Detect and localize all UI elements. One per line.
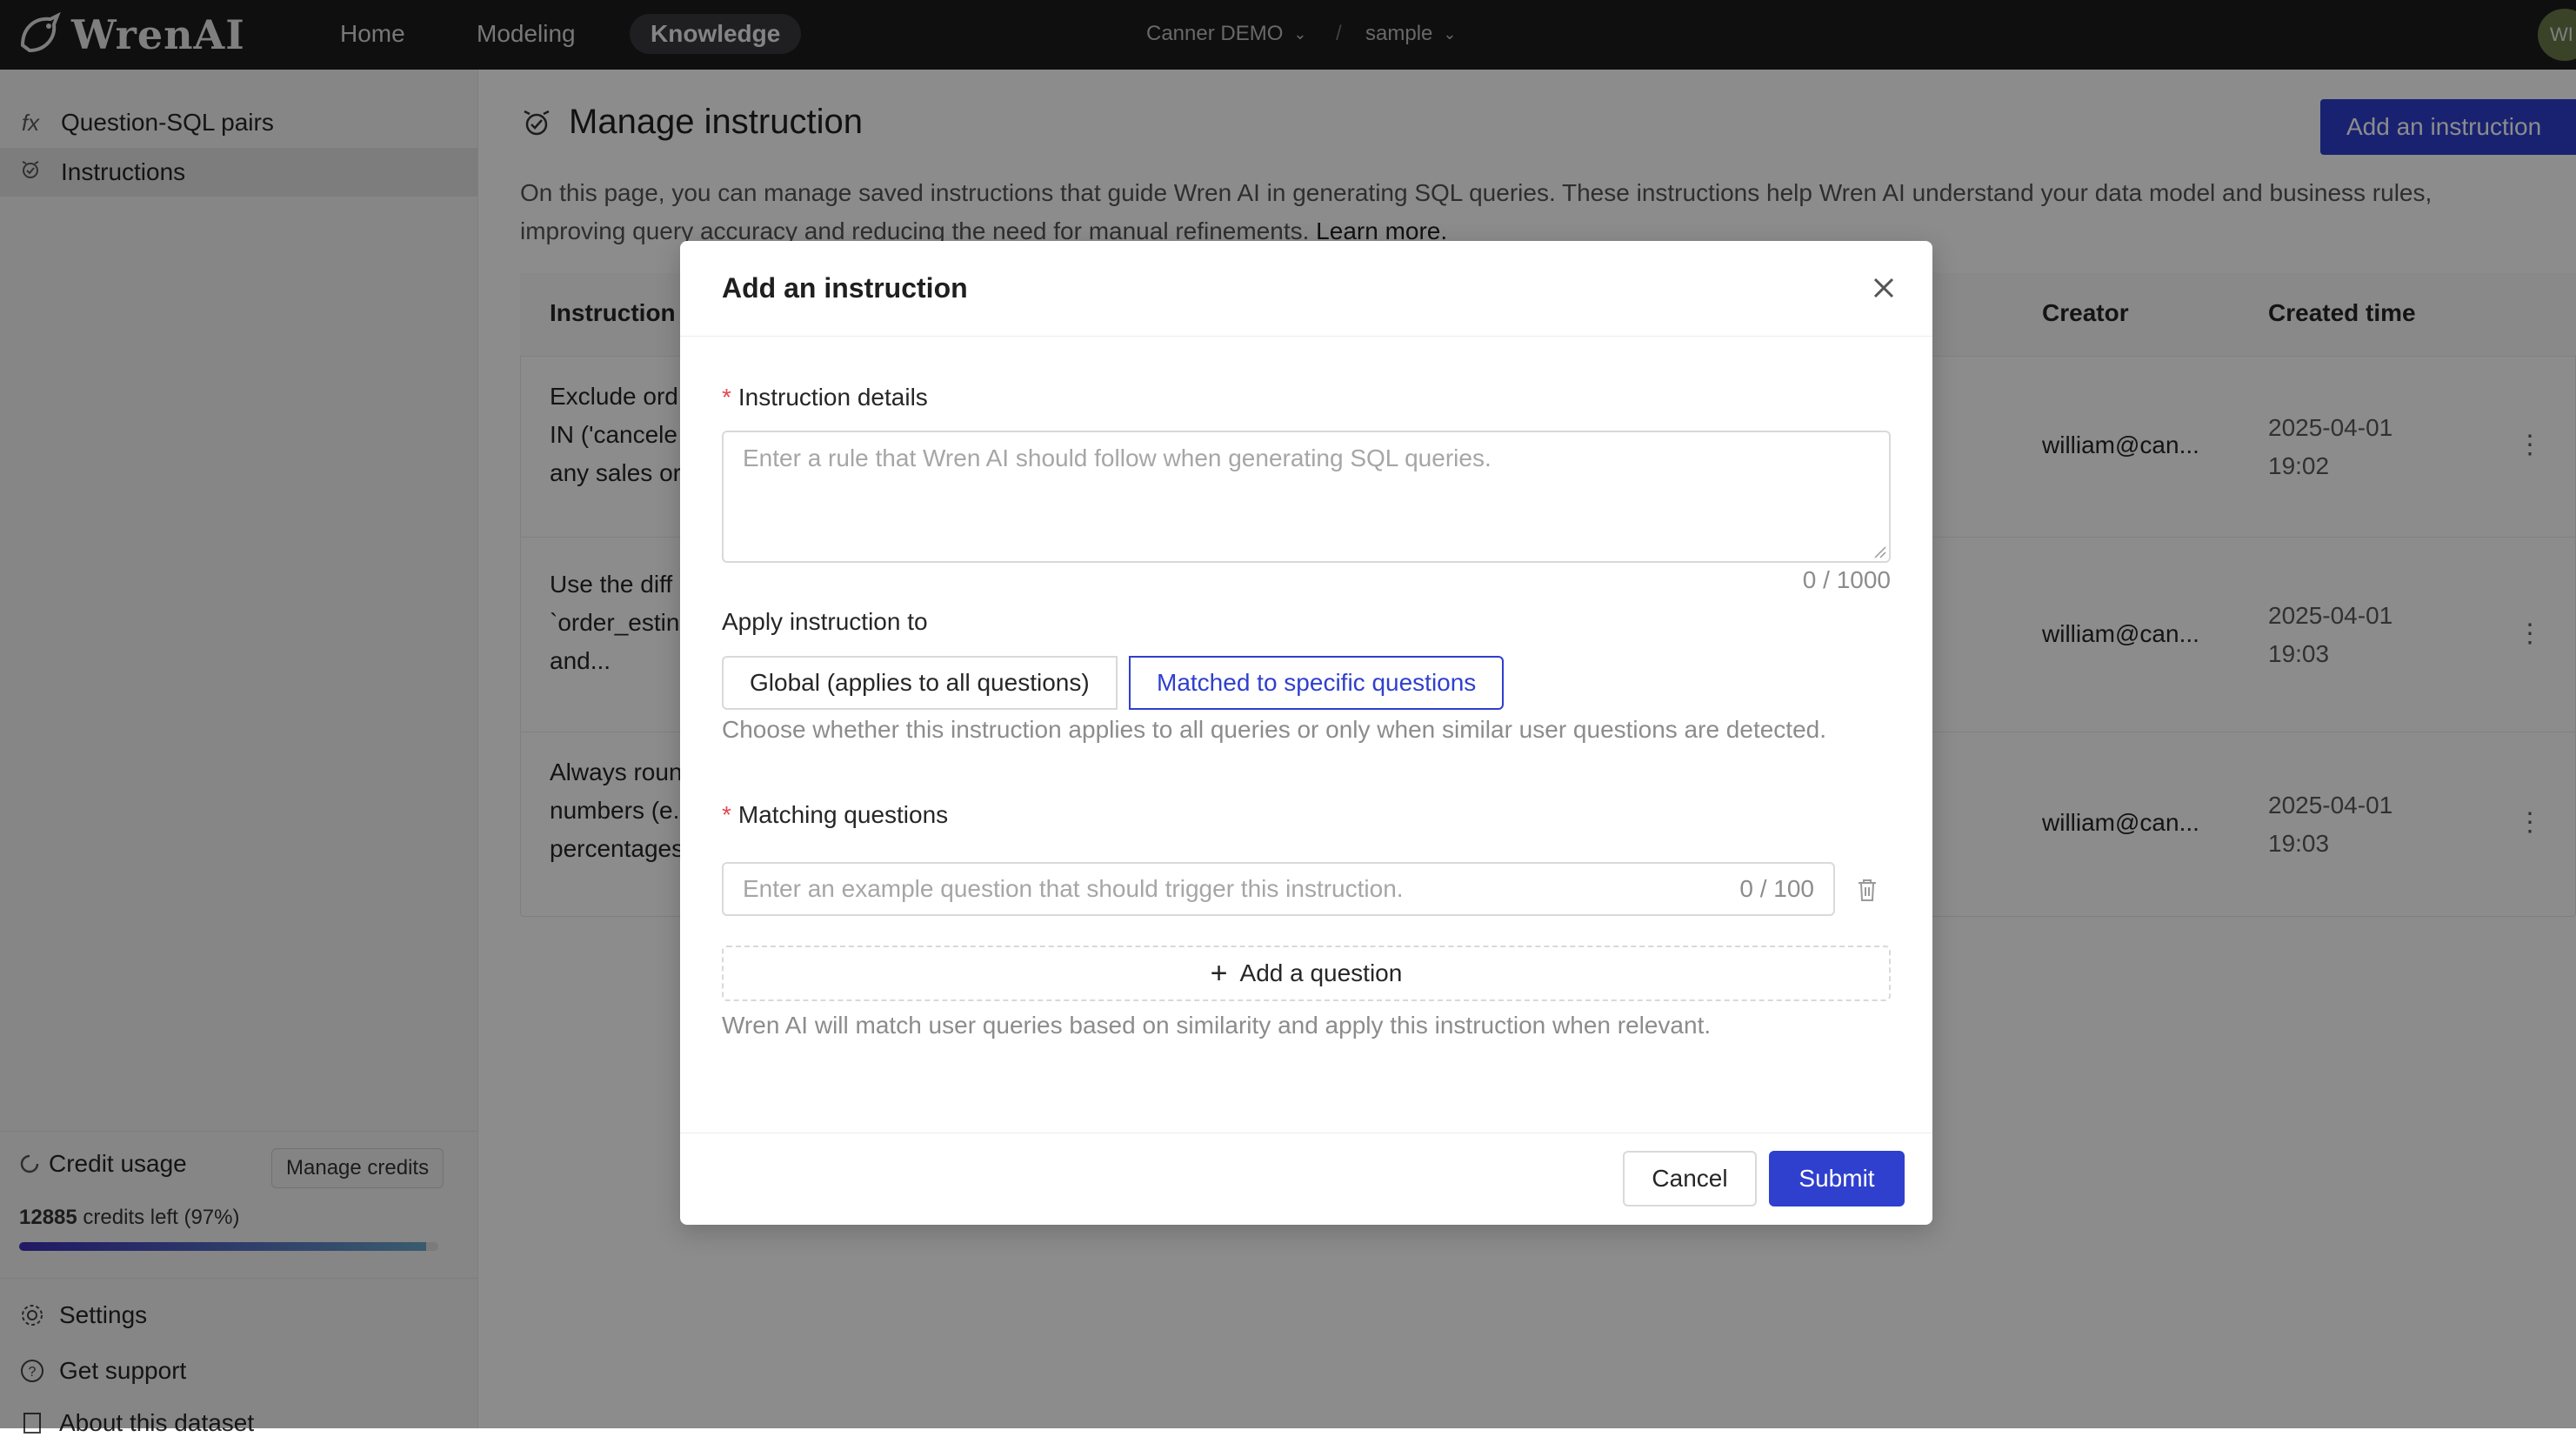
- add-instruction-modal: Add an instruction * Instruction details …: [680, 241, 1932, 1225]
- instruction-details-textarea[interactable]: Enter a rule that Wren AI should follow …: [722, 431, 1891, 563]
- modal-title: Add an instruction: [722, 272, 968, 304]
- apply-instruction-label: Apply instruction to: [722, 608, 928, 635]
- matching-helper-text: Wren AI will match user queries based on…: [722, 1012, 1712, 1039]
- resize-handle-icon[interactable]: [1873, 545, 1887, 559]
- delete-icon[interactable]: [1854, 876, 1880, 904]
- add-question-button[interactable]: + Add a question: [722, 946, 1891, 1001]
- apply-helper-text: Choose whether this instruction applies …: [722, 716, 1827, 743]
- option-global-button[interactable]: Global (applies to all questions): [722, 656, 1118, 710]
- instruction-details-label: * Instruction details: [722, 384, 928, 411]
- question-char-count: 0 / 100: [1739, 875, 1814, 902]
- cancel-button[interactable]: Cancel: [1623, 1151, 1757, 1206]
- required-asterisk: *: [722, 801, 731, 828]
- option-matched-button[interactable]: Matched to specific questions: [1129, 656, 1505, 710]
- matching-question-input[interactable]: Enter an example question that should tr…: [722, 862, 1835, 916]
- plus-icon: +: [1210, 957, 1228, 990]
- close-icon[interactable]: [1865, 269, 1903, 307]
- submit-button[interactable]: Submit: [1769, 1151, 1905, 1206]
- required-asterisk: *: [722, 384, 731, 411]
- matching-questions-label: * Matching questions: [722, 801, 949, 828]
- details-char-count: 0 / 1000: [1802, 566, 1891, 593]
